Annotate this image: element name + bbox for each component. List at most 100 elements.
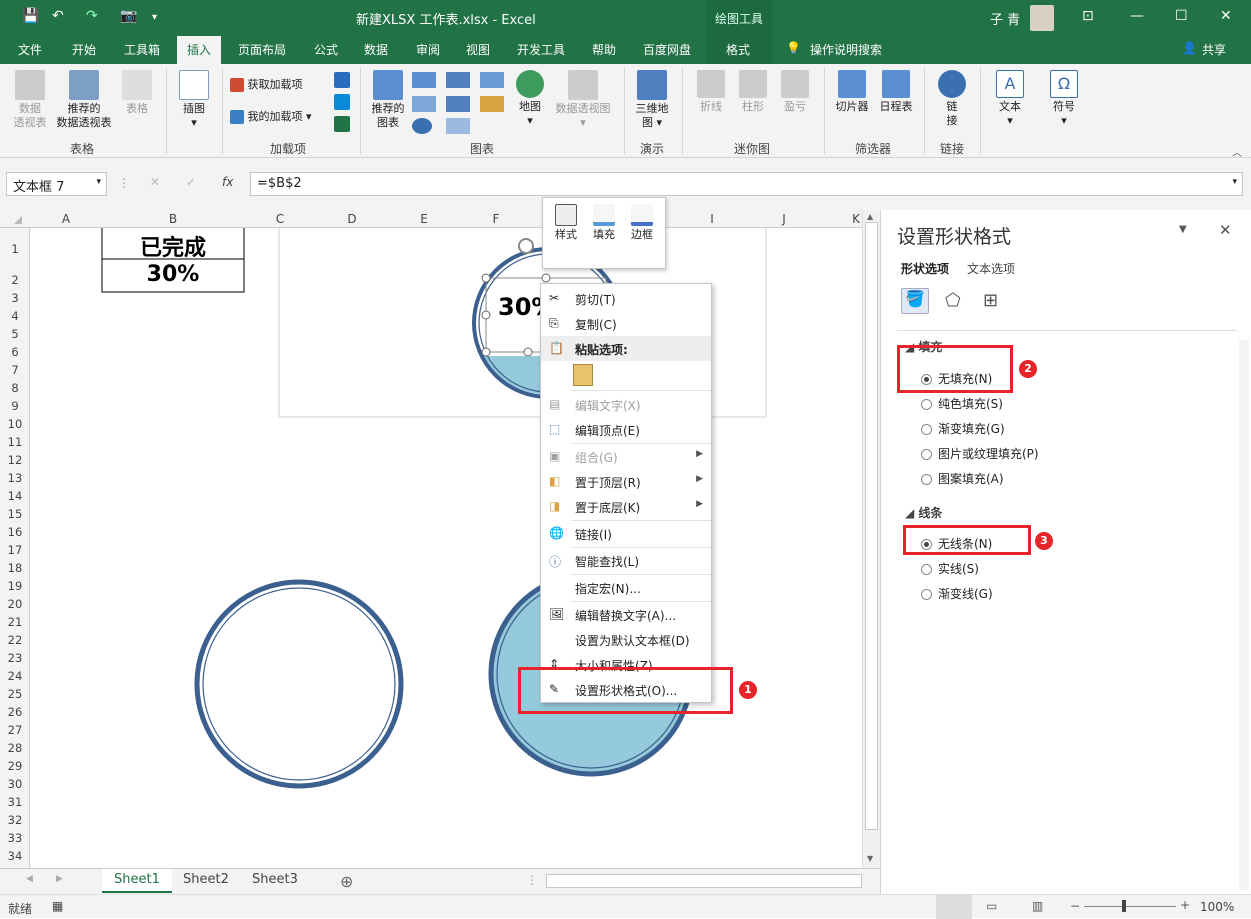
- radio-picture-fill[interactable]: 图片或纹理填充(P): [921, 445, 1039, 462]
- visio-icon[interactable]: [334, 72, 350, 88]
- scroll-thumb[interactable]: [865, 222, 878, 830]
- pane-scrollbar[interactable]: [1239, 340, 1249, 890]
- text-button[interactable]: A 文本 ▾: [990, 70, 1030, 128]
- table-button[interactable]: 表格: [118, 70, 156, 116]
- row-header[interactable]: 7: [0, 363, 30, 377]
- page-layout-view-icon[interactable]: ▭: [986, 899, 997, 913]
- tab-formulas[interactable]: 公式: [314, 41, 338, 58]
- 3d-map-button[interactable]: 三维地图 ▾: [632, 70, 672, 130]
- menu-item-assign-macro[interactable]: 指定宏(N)...: [541, 575, 711, 600]
- empty-bulb-ring[interactable]: [194, 579, 404, 789]
- scatter-chart-icon[interactable]: [446, 118, 470, 134]
- column-header[interactable]: D: [316, 212, 388, 226]
- get-addins-button[interactable]: 获取加载项: [230, 78, 303, 92]
- drag-handle-icon[interactable]: ⋮: [118, 176, 130, 190]
- row-header[interactable]: 29: [0, 759, 30, 773]
- scroll-down-icon[interactable]: ▼: [867, 854, 873, 863]
- avatar[interactable]: [1030, 5, 1054, 31]
- share-button[interactable]: 共享: [1202, 41, 1226, 58]
- symbols-button[interactable]: Ω 符号 ▾: [1044, 70, 1084, 128]
- menu-item-cut[interactable]: ✂ 剪切(T): [541, 286, 711, 311]
- page-break-view-icon[interactable]: ▥: [1032, 899, 1043, 913]
- row-header[interactable]: 8: [0, 381, 30, 395]
- tab-shape-options[interactable]: 形状选项: [901, 260, 949, 277]
- insert-function-icon[interactable]: fx: [222, 175, 233, 189]
- size-properties-icon[interactable]: ⊞: [983, 290, 998, 311]
- row-header[interactable]: 21: [0, 615, 30, 629]
- row-header[interactable]: 17: [0, 543, 30, 557]
- line-chart-icon[interactable]: [412, 96, 436, 112]
- combo-chart-icon[interactable]: [480, 96, 504, 112]
- row-header[interactable]: 24: [0, 669, 30, 683]
- recommended-pivot-button[interactable]: 推荐的 数据透视表: [52, 70, 116, 130]
- resize-handle[interactable]: [481, 273, 491, 283]
- rotate-handle-icon[interactable]: [518, 238, 534, 254]
- link-button[interactable]: 链接: [934, 70, 970, 128]
- people-graph-icon[interactable]: [334, 116, 350, 132]
- slicer-button[interactable]: 切片器: [832, 70, 872, 114]
- my-addins-button[interactable]: 我的加载项 ▾: [230, 110, 312, 124]
- save-icon[interactable]: 💾: [22, 8, 39, 24]
- row-header[interactable]: 34: [0, 849, 30, 863]
- tab-format[interactable]: 格式: [726, 41, 750, 58]
- select-all-icon[interactable]: [14, 216, 22, 224]
- menu-item-group[interactable]: ▣ 组合(G) ▶: [541, 444, 711, 469]
- menu-item-bring-to-front[interactable]: ◧ 置于顶层(R) ▶: [541, 469, 711, 494]
- column-header[interactable]: A: [30, 212, 102, 226]
- formula-input[interactable]: =$B$2 ▾: [250, 172, 1243, 196]
- normal-view-icon[interactable]: [936, 895, 972, 919]
- zoom-level[interactable]: 100%: [1200, 900, 1234, 914]
- resize-handle[interactable]: [481, 347, 491, 357]
- tab-developer[interactable]: 开发工具: [517, 41, 565, 58]
- undo-icon[interactable]: ↶: [52, 8, 64, 24]
- maps-button[interactable]: 地图 ▾: [510, 70, 550, 128]
- horizontal-scrollbar[interactable]: [546, 874, 862, 888]
- tab-review[interactable]: 审阅: [416, 41, 440, 58]
- tab-text-options[interactable]: 文本选项: [967, 260, 1015, 277]
- row-header[interactable]: 32: [0, 813, 30, 827]
- waterfall-chart-icon[interactable]: [480, 72, 504, 88]
- row-header[interactable]: 13: [0, 471, 30, 485]
- ribbon-display-icon[interactable]: ⊡: [1082, 8, 1094, 24]
- pie-chart-icon[interactable]: [412, 118, 432, 134]
- border-button[interactable]: 边框: [625, 204, 659, 242]
- cell-b2[interactable]: 30%: [102, 262, 244, 287]
- radio-solid-fill[interactable]: 纯色填充(S): [921, 395, 1003, 412]
- radio-gradient-line[interactable]: 渐变线(G): [921, 585, 993, 602]
- menu-item-link[interactable]: 🌐 链接(I): [541, 521, 711, 546]
- cancel-icon[interactable]: ✕: [150, 175, 160, 189]
- row-header[interactable]: 14: [0, 489, 30, 503]
- zoom-in-icon[interactable]: +: [1180, 898, 1190, 912]
- pane-options-icon[interactable]: ▼: [1179, 224, 1187, 235]
- tab-help[interactable]: 帮助: [592, 41, 616, 58]
- pane-close-icon[interactable]: ✕: [1219, 221, 1232, 239]
- column-chart-icon[interactable]: [412, 72, 436, 88]
- sheet-tab-2[interactable]: Sheet2: [171, 869, 241, 893]
- menu-item-set-default-textbox[interactable]: 设置为默认文本框(D): [541, 627, 711, 652]
- collapse-ribbon-icon[interactable]: ︿: [1232, 144, 1242, 159]
- stat-chart-icon[interactable]: [446, 96, 470, 112]
- row-header[interactable]: 22: [0, 633, 30, 647]
- prev-sheet-icon[interactable]: ◀: [26, 874, 33, 884]
- row-header[interactable]: 9: [0, 399, 30, 413]
- tab-insert[interactable]: 插入: [177, 36, 222, 64]
- minimize-icon[interactable]: —: [1130, 8, 1144, 24]
- row-header[interactable]: 2: [0, 273, 30, 287]
- timeline-button[interactable]: 日程表: [876, 70, 916, 114]
- menu-item-smart-lookup[interactable]: ⓘ 智能查找(L): [541, 548, 711, 573]
- tell-me-search[interactable]: 操作说明搜索: [810, 41, 882, 58]
- zoom-slider[interactable]: [1084, 906, 1176, 907]
- recommended-charts-button[interactable]: 推荐的 图表: [368, 70, 408, 130]
- row-header[interactable]: 31: [0, 795, 30, 809]
- scroll-up-icon[interactable]: ▲: [867, 212, 873, 221]
- row-header[interactable]: 18: [0, 561, 30, 575]
- tab-home[interactable]: 开始: [72, 41, 96, 58]
- row-header[interactable]: 19: [0, 579, 30, 593]
- row-header[interactable]: 25: [0, 687, 30, 701]
- radio-solid-line[interactable]: 实线(S): [921, 560, 979, 577]
- share-icon[interactable]: 👤: [1182, 41, 1197, 55]
- worksheet[interactable]: 已完成 30% 30%: [30, 228, 862, 868]
- row-header[interactable]: 5: [0, 327, 30, 341]
- column-header[interactable]: J: [748, 212, 820, 226]
- column-header[interactable]: B: [102, 212, 244, 226]
